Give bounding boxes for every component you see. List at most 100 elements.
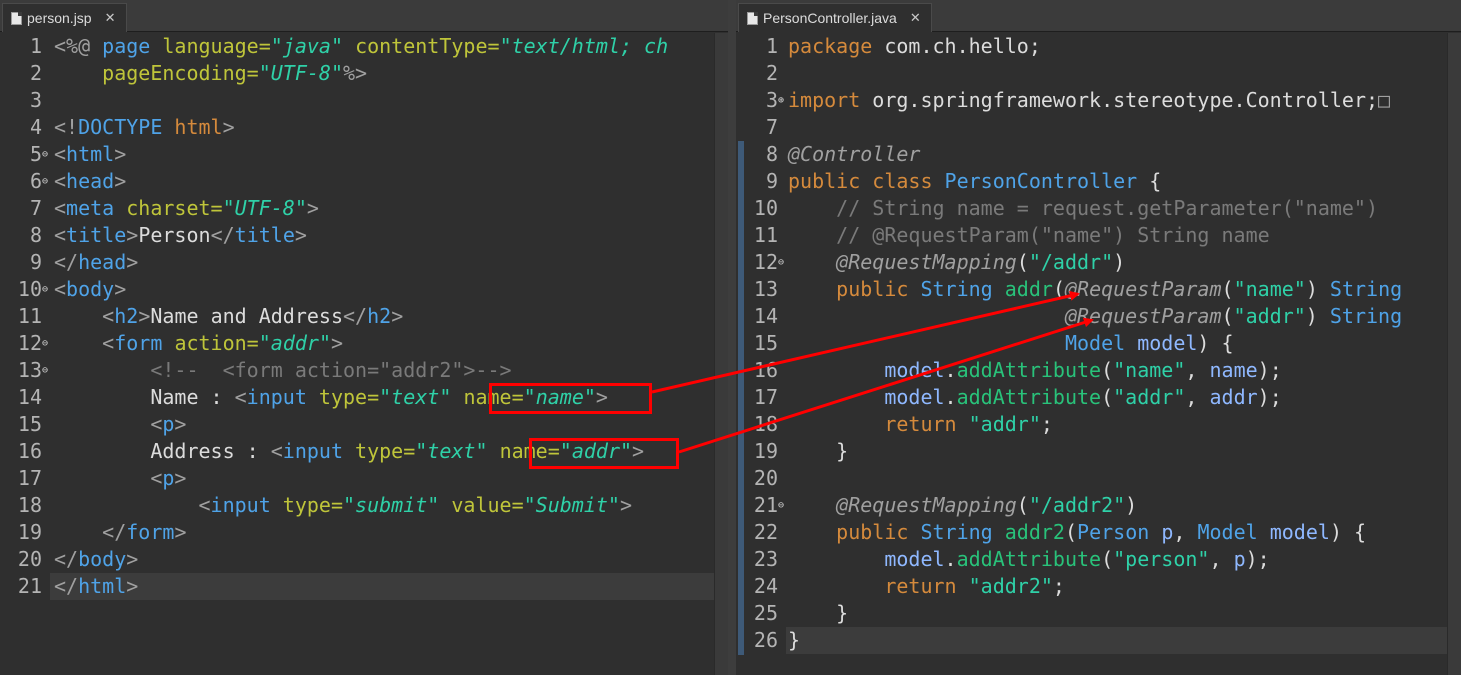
code-line[interactable]: <!DOCTYPE html> <box>54 114 235 141</box>
collapse-fold-icon[interactable]: ⊖ <box>42 357 48 384</box>
expand-fold-icon[interactable]: ⊕ <box>778 87 784 114</box>
highlight-box-addr-attr <box>529 438 679 469</box>
code-token: < <box>54 196 67 220</box>
code-token: , <box>1173 520 1198 544</box>
code-line[interactable]: <p> <box>54 411 186 438</box>
code-line[interactable]: <body> <box>54 276 126 303</box>
code-token: Name : <box>54 385 235 409</box>
code-line[interactable]: model.addAttribute("name", name); <box>788 357 1281 384</box>
code-line[interactable]: <%@ page language="java" contentType="te… <box>54 33 668 60</box>
line-number: 20 <box>17 547 42 571</box>
collapse-fold-icon[interactable]: ⊖ <box>778 492 784 519</box>
code-line[interactable]: import org.springframework.stereotype.Co… <box>788 87 1390 114</box>
tab-person-jsp[interactable]: person.jsp ✕ <box>2 3 127 32</box>
code-token: type= <box>355 439 416 463</box>
code-token: package <box>788 34 885 58</box>
code-token: DOCTYPE <box>78 115 175 139</box>
code-line[interactable]: model.addAttribute("person", p); <box>788 546 1269 573</box>
code-token: "addr" <box>1233 304 1306 328</box>
code-line[interactable]: <input type="submit" value="Submit"> <box>54 492 633 519</box>
code-line[interactable]: package com.ch.hello; <box>788 33 1041 60</box>
code-token: } <box>788 439 849 463</box>
close-icon[interactable]: ✕ <box>910 10 921 26</box>
code-token: @Controller <box>788 142 921 166</box>
line-number: 17 <box>17 466 42 490</box>
file-icon <box>747 11 758 25</box>
code-line[interactable]: return "addr"; <box>788 411 1053 438</box>
code-line[interactable]: public String addr2(Person p, Model mode… <box>788 519 1366 546</box>
tab-person-controller-java[interactable]: PersonController.java ✕ <box>738 3 932 32</box>
code-token: return <box>884 574 969 598</box>
code-line[interactable]: <!-- <form action="addr2">--> <box>54 357 511 384</box>
code-line[interactable]: @Controller <box>788 141 920 168</box>
code-line[interactable]: <html> <box>54 141 126 168</box>
code-token: <%@ <box>54 34 103 58</box>
line-number: 22 <box>753 520 778 544</box>
code-token: < <box>54 223 67 247</box>
code-token: public <box>836 277 921 301</box>
line-number: 15 <box>17 412 42 436</box>
code-token: ( <box>1101 547 1114 571</box>
code-token: String <box>920 520 1005 544</box>
code-line[interactable]: // String name = request.getParameter("n… <box>788 195 1378 222</box>
line-number: 13 <box>753 277 778 301</box>
vertical-scrollbar[interactable] <box>714 33 728 675</box>
close-icon[interactable]: ✕ <box>105 10 116 26</box>
code-token: > <box>619 493 633 517</box>
code-line[interactable]: } <box>788 627 800 654</box>
line-number: 1 <box>765 34 778 58</box>
code-token: > <box>306 196 319 220</box>
collapse-fold-icon[interactable]: ⊖ <box>42 330 48 357</box>
line-number: 21 <box>753 493 778 517</box>
code-token: addAttribute <box>956 385 1102 409</box>
code-line[interactable]: </body> <box>54 546 138 573</box>
pane-divider[interactable] <box>728 0 736 675</box>
vertical-scrollbar[interactable] <box>1447 33 1461 675</box>
code-line[interactable]: <head> <box>54 168 126 195</box>
code-line[interactable]: <p> <box>54 465 186 492</box>
code-line[interactable]: </form> <box>54 519 186 546</box>
code-line[interactable]: @RequestMapping("/addr2") <box>788 492 1137 519</box>
code-line[interactable]: </head> <box>54 249 138 276</box>
code-line[interactable]: </html> <box>54 573 138 600</box>
code-token: , <box>1185 385 1210 409</box>
code-token: ( <box>1221 277 1234 301</box>
code-token: ( <box>1064 520 1078 544</box>
code-line[interactable]: public String addr(@RequestParam("name")… <box>788 276 1402 303</box>
code-token: "addr" <box>1113 385 1186 409</box>
code-line[interactable]: <title>Person</title> <box>54 222 307 249</box>
code-token: h2 <box>367 304 392 328</box>
collapse-fold-icon[interactable]: ⊖ <box>42 276 48 303</box>
collapse-fold-icon[interactable]: ⊖ <box>778 249 784 276</box>
code-token: public class <box>788 169 945 193</box>
code-line[interactable]: <h2>Name and Address</h2> <box>54 303 403 330</box>
code-token: return <box>884 412 969 436</box>
code-line[interactable]: public class PersonController { <box>788 168 1161 195</box>
code-line[interactable]: @RequestParam("addr") String <box>788 303 1402 330</box>
code-line[interactable]: model.addAttribute("addr", addr); <box>788 384 1281 411</box>
code-line[interactable]: <form action="addr"> <box>54 330 343 357</box>
collapse-fold-icon[interactable]: ⊖ <box>42 141 48 168</box>
code-line[interactable]: return "addr2"; <box>788 573 1065 600</box>
code-line[interactable]: } <box>788 438 848 465</box>
code-line[interactable]: <meta charset="UTF-8"> <box>54 195 319 222</box>
code-line[interactable]: @RequestMapping("/addr") <box>788 249 1125 276</box>
code-token: p <box>162 466 175 490</box>
code-line[interactable]: // @RequestParam("name") String name <box>788 222 1269 249</box>
code-token: // String name = request.getParameter("n… <box>836 196 1379 220</box>
code-line[interactable]: pageEncoding="UTF-8"%> <box>54 60 367 87</box>
code-token: html <box>66 142 115 166</box>
code-token: value= <box>451 493 524 517</box>
code-line[interactable]: } <box>788 600 848 627</box>
collapse-fold-icon[interactable]: ⊖ <box>42 168 48 195</box>
code-line[interactable]: Model model) { <box>788 330 1234 357</box>
code-token: String <box>920 277 1005 301</box>
line-number: 8 <box>765 142 778 166</box>
code-token: title <box>234 223 295 247</box>
